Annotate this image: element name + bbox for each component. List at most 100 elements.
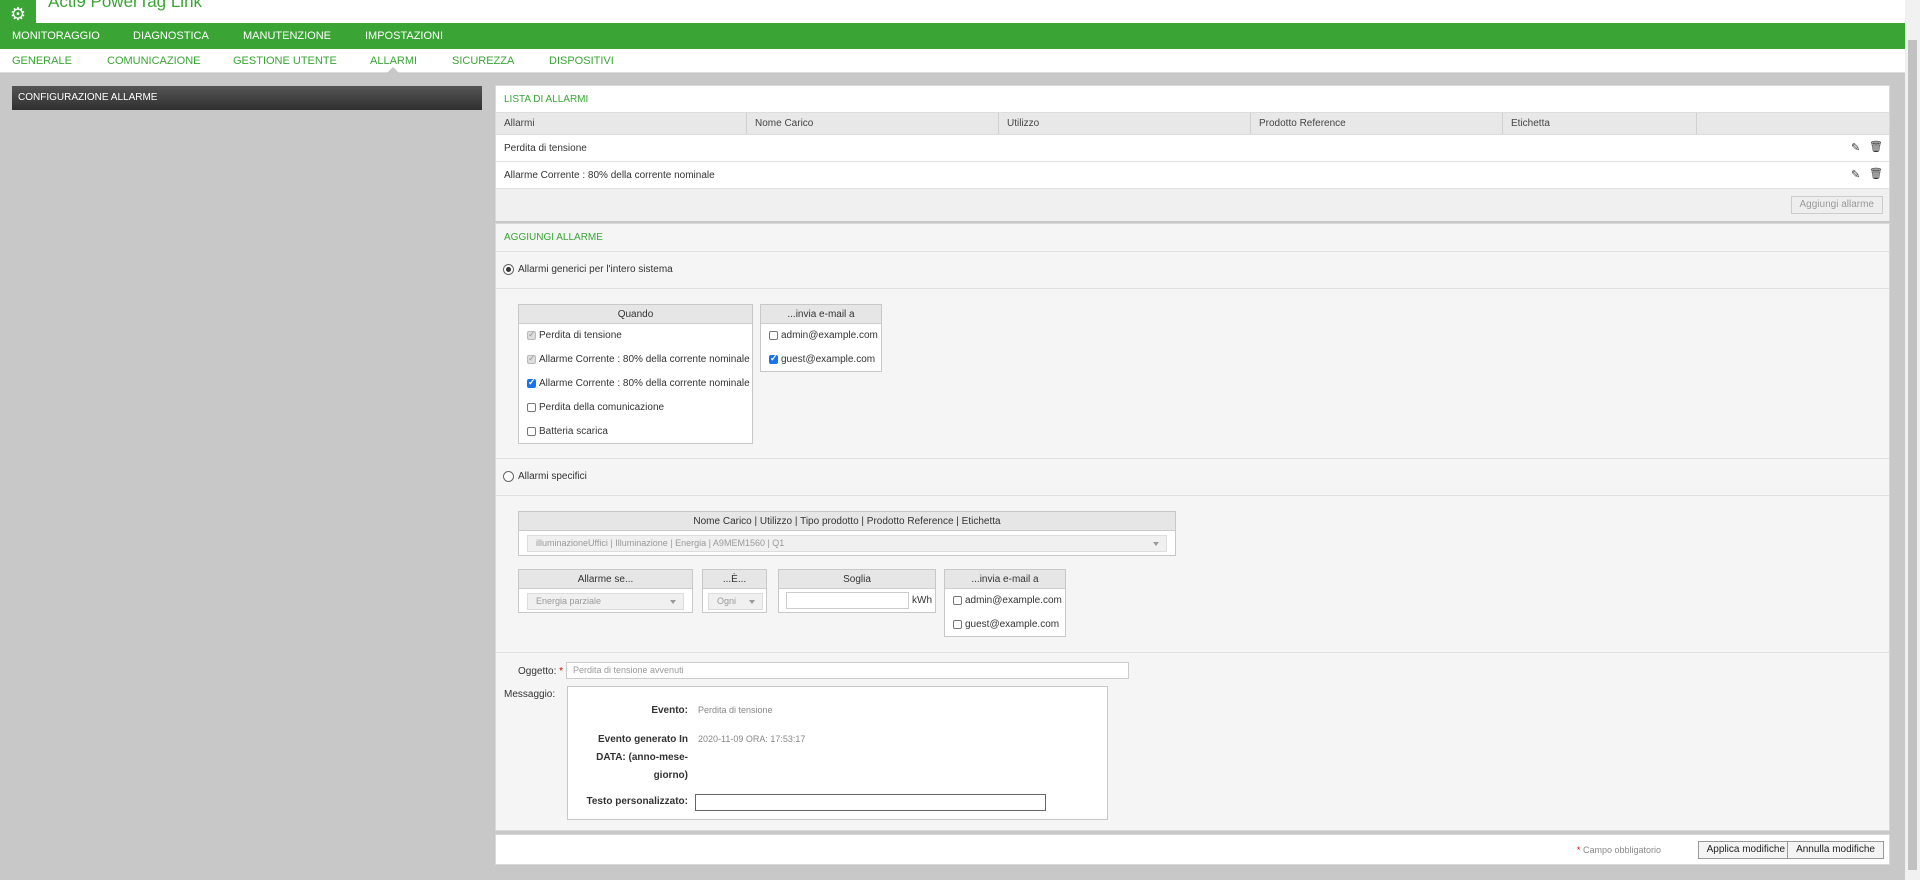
tab-allarmi[interactable]: ALLARMI	[370, 55, 417, 67]
threshold-input[interactable]	[786, 592, 909, 609]
message-label: Messaggio:	[504, 689, 556, 700]
radio-generic-label: Allarmi generici per l'intero sistema	[518, 264, 673, 275]
radio-specific[interactable]	[503, 471, 514, 482]
email-checkbox[interactable]	[953, 596, 962, 605]
add-alarm-panel: AGGIUNGI ALLARME Allarmi generici per l'…	[495, 223, 1890, 831]
when-item-label: Batteria scarica	[539, 426, 608, 437]
scrollbar[interactable]	[1905, 0, 1920, 880]
chevron-down-icon	[670, 600, 676, 604]
col-nome-carico: Nome Carico	[747, 113, 999, 134]
load-box: Nome Carico | Utilizzo | Tipo prodotto |…	[518, 511, 1176, 556]
gear-icon: ⚙	[0, 0, 36, 23]
col-allarmi: Allarmi	[496, 113, 747, 134]
alarm-if-value: Energia parziale	[536, 596, 602, 606]
when-item-label: Perdita della comunicazione	[539, 402, 665, 413]
row-alarm-name: Allarme Corrente : 80% della corrente no…	[504, 170, 715, 181]
email-label: guest@example.com	[965, 619, 1060, 630]
tab-gestione-utente[interactable]: GESTIONE UTENTE	[233, 55, 337, 67]
chevron-down-icon	[749, 600, 755, 604]
when-header: Quando	[519, 305, 752, 324]
message-box: Evento: Perdita di tensione Evento gener…	[567, 686, 1108, 820]
edit-icon[interactable]: ✎	[1851, 169, 1863, 181]
divider	[496, 288, 1889, 289]
when-box: Quando Perdita di tensione Allarme Corre…	[518, 304, 753, 444]
is-value: Ogni	[717, 596, 737, 606]
when-item: Perdita di tensione	[527, 329, 622, 344]
event-value: Perdita di tensione	[698, 705, 773, 715]
divider	[496, 458, 1889, 459]
email-item: admin@example.com	[953, 595, 1062, 609]
is-box: ...È... Ogni	[702, 569, 767, 613]
edit-icon[interactable]: ✎	[1851, 142, 1863, 154]
is-select[interactable]: Ogni	[708, 593, 763, 610]
threshold-unit: kWh	[912, 595, 932, 606]
alarm-if-box: Allarme se... Energia parziale	[518, 569, 693, 613]
threshold-header: Soglia	[779, 570, 935, 589]
threshold-box: Soglia kWh	[778, 569, 936, 613]
tab-comunicazione[interactable]: COMUNICAZIONE	[107, 55, 201, 67]
when-item: Perdita della comunicazione	[527, 402, 664, 416]
main-nav-impostazioni[interactable]: IMPOSTAZIONI	[365, 30, 443, 42]
when-checkbox[interactable]	[527, 403, 536, 412]
main-nav-monitoraggio[interactable]: MONITORAGGIO	[12, 30, 100, 42]
tab-sicurezza[interactable]: SICUREZZA	[452, 55, 514, 67]
custom-text-label: Testo personalizzato:	[586, 796, 689, 807]
event-label: Evento:	[651, 705, 688, 716]
col-utilizzo: Utilizzo	[999, 113, 1251, 134]
trash-icon[interactable]: 🗑	[1869, 168, 1883, 180]
when-checkbox[interactable]	[527, 377, 536, 388]
alarm-list-header: Allarmi Nome Carico Utilizzo Prodotto Re…	[496, 112, 1889, 135]
add-alarm-button[interactable]: Aggiungi allarme	[1790, 196, 1883, 214]
table-row: Perdita di tensione ✎ 🗑	[496, 135, 1889, 162]
apply-button[interactable]: Applica modifiche	[1697, 841, 1794, 859]
event-generated-label: Evento generato In DATA: (anno-mese-gior…	[596, 734, 688, 781]
divider	[496, 251, 1889, 252]
active-tab-indicator	[387, 67, 399, 73]
when-item: Allarme Corrente : 80% della corrente no…	[527, 377, 750, 392]
is-header: ...È...	[703, 570, 766, 589]
subject-input[interactable]: Perdita di tensione avvenuti	[566, 662, 1129, 679]
email-item: admin@example.com	[769, 330, 878, 344]
alarm-if-select[interactable]: Energia parziale	[527, 593, 684, 610]
when-checkbox[interactable]	[527, 353, 536, 364]
trash-icon[interactable]: 🗑	[1869, 141, 1883, 153]
radio-generic[interactable]	[503, 264, 514, 275]
when-item: Batteria scarica	[527, 426, 608, 440]
subject-label: Oggetto: *	[518, 666, 564, 677]
cancel-button[interactable]: Annulla modifiche	[1787, 841, 1884, 859]
when-checkbox[interactable]	[527, 427, 536, 436]
main-nav: MONITORAGGIO DIAGNOSTICA MANUTENZIONE IM…	[0, 23, 1905, 49]
email-item: guest@example.com	[953, 619, 1059, 633]
load-select-value: illuminazioneUffici | Illuminazione | En…	[536, 538, 785, 548]
table-row: Allarme Corrente : 80% della corrente no…	[496, 162, 1889, 189]
main-nav-diagnostica[interactable]: DIAGNOSTICA	[133, 30, 209, 42]
email-label: admin@example.com	[965, 595, 1062, 606]
chevron-down-icon	[1153, 542, 1159, 546]
tab-dispositivi[interactable]: DISPOSITIVI	[549, 55, 614, 67]
main-nav-manutenzione[interactable]: MANUTENZIONE	[243, 30, 331, 42]
load-select[interactable]: illuminazioneUffici | Illuminazione | En…	[527, 535, 1167, 552]
app-title: Acti9 PowerTag Link	[48, 0, 203, 11]
when-item-label: Perdita di tensione	[539, 330, 622, 341]
email-generic-box: ...invia e-mail a admin@example.com gues…	[760, 304, 882, 372]
alarm-list-title: LISTA DI ALLARMI	[504, 94, 589, 105]
required-note: * Campo obbligatorio	[1576, 845, 1661, 855]
add-alarm-title: AGGIUNGI ALLARME	[504, 232, 603, 243]
email-specific-header: ...invia e-mail a	[945, 570, 1065, 589]
event-generated-value: 2020-11-09 ORA: 17:53:17	[698, 734, 806, 744]
email-item: guest@example.com	[769, 353, 876, 368]
email-label: guest@example.com	[781, 354, 876, 365]
email-generic-header: ...invia e-mail a	[761, 305, 881, 324]
when-item-label: Allarme Corrente : 80% della corrente no…	[539, 354, 750, 365]
email-checkbox[interactable]	[953, 620, 962, 629]
email-checkbox[interactable]	[769, 331, 778, 340]
email-checkbox[interactable]	[769, 353, 778, 364]
when-checkbox[interactable]	[527, 329, 536, 340]
divider	[496, 495, 1889, 496]
custom-text-input[interactable]	[695, 794, 1046, 811]
tab-generale[interactable]: GENERALE	[12, 55, 72, 67]
radio-specific-label: Allarmi specifici	[518, 471, 587, 482]
alarm-list-footer: Aggiungi allarme	[496, 189, 1889, 221]
alarm-if-header: Allarme se...	[519, 570, 692, 589]
scrollbar-thumb[interactable]	[1908, 40, 1917, 870]
